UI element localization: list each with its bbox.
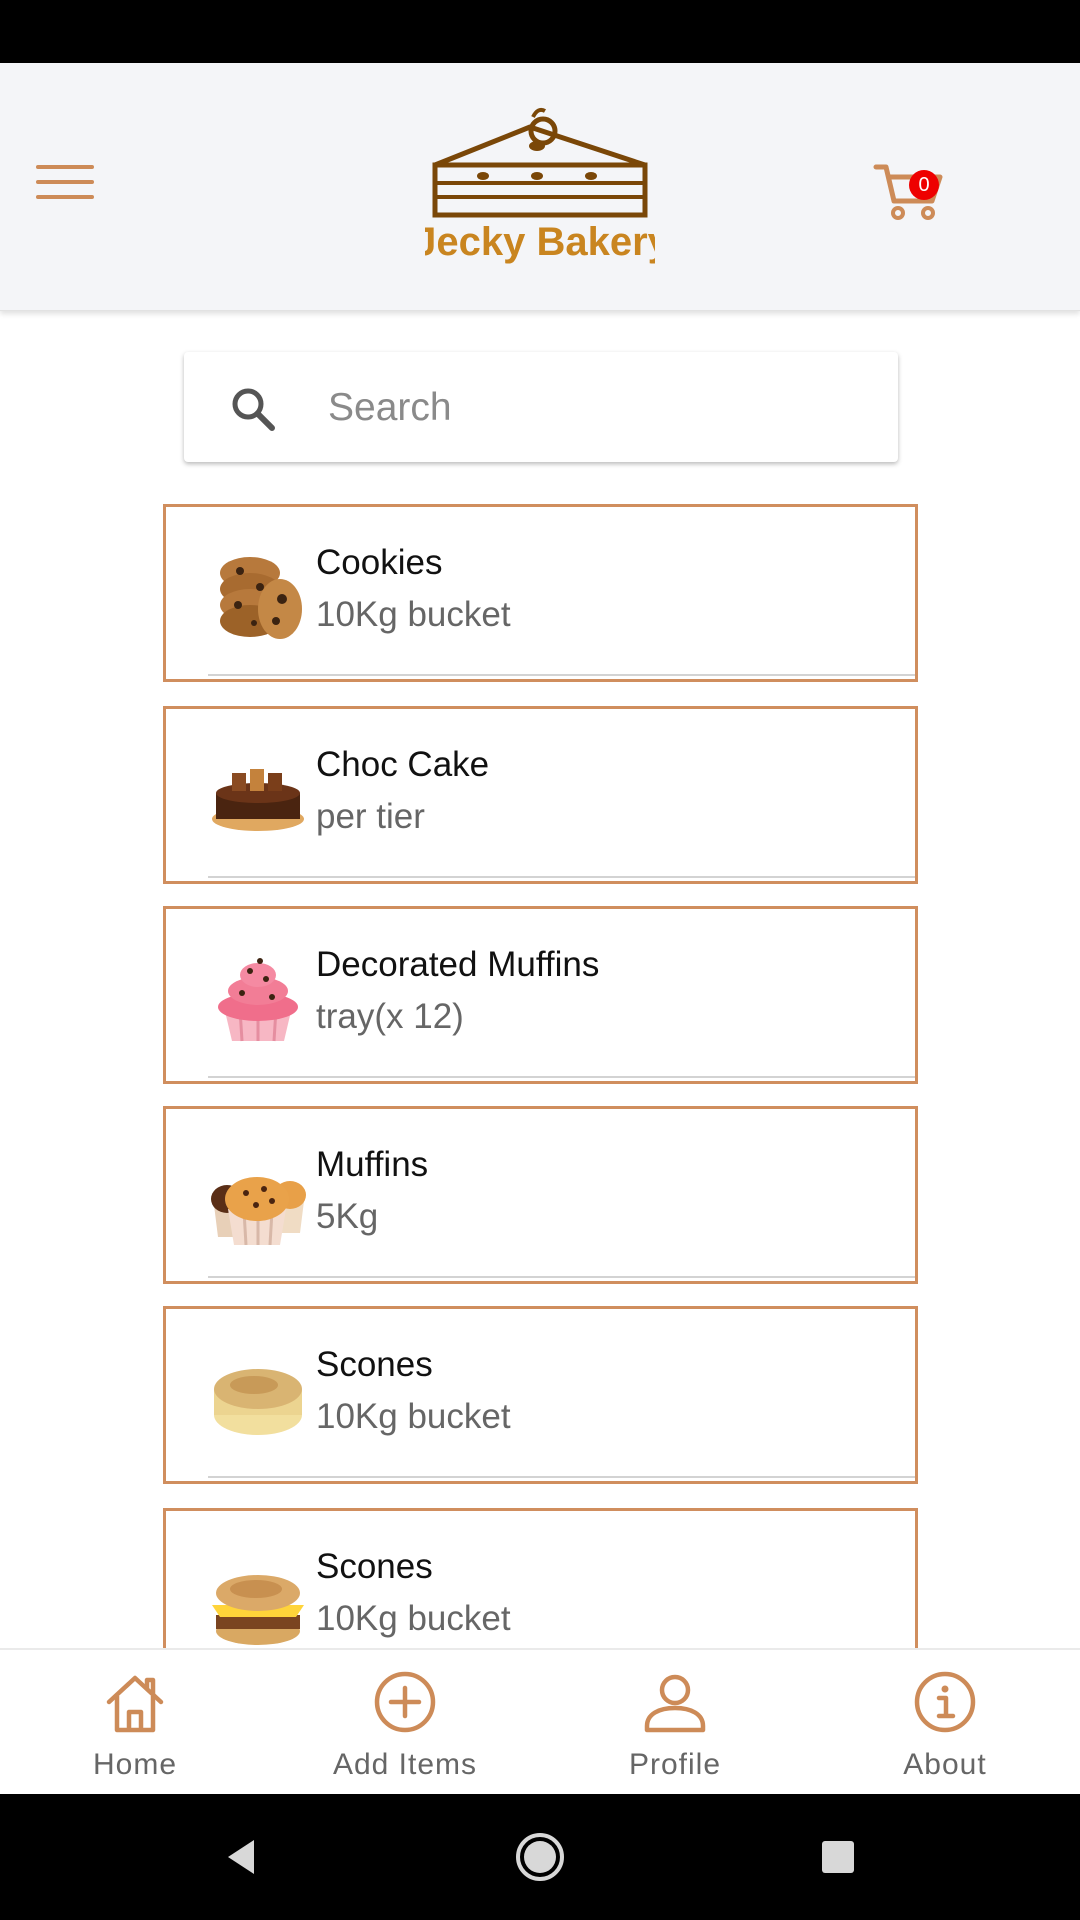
nav-about-label: About (903, 1748, 987, 1781)
product-name: Choc Cake (316, 745, 490, 784)
product-list: Cookies 10Kg bucket Choc Cake per tier D… (163, 504, 918, 1648)
product-unit: tray(x 12) (316, 997, 464, 1036)
scone-sandwich-image (212, 1575, 304, 1645)
nav-add-items-label: Add Items (332, 1748, 478, 1781)
nav-profile-label: Profile (628, 1748, 722, 1781)
search-input[interactable] (326, 374, 870, 442)
back-icon[interactable] (208, 1824, 274, 1890)
muffins-image (211, 1177, 306, 1245)
product-name: Scones (316, 1547, 433, 1586)
product-unit: 5Kg (316, 1197, 379, 1236)
product-unit: 10Kg bucket (316, 1397, 511, 1436)
person-icon (644, 1674, 706, 1733)
product-name: Decorated Muffins (316, 945, 600, 984)
app-header: Jecky Bakery 0 (0, 63, 1080, 311)
nav-about[interactable]: About (810, 1650, 1080, 1796)
product-card[interactable]: Muffins 5Kg (163, 1106, 918, 1284)
divider (208, 674, 915, 676)
info-icon (914, 1671, 976, 1733)
cart-count-badge: 0 (909, 170, 939, 200)
brand-logo: Jecky Bakery (414, 105, 671, 265)
product-card[interactable]: Cookies 10Kg bucket (163, 504, 918, 682)
home-circle-icon[interactable] (507, 1824, 573, 1890)
product-name: Cookies (316, 543, 443, 582)
product-card[interactable]: Scones 10Kg bucket (163, 1306, 918, 1484)
product-name: Scones (316, 1345, 433, 1384)
product-card[interactable]: Choc Cake per tier (163, 706, 918, 884)
product-card[interactable]: Decorated Muffins tray(x 12) (163, 906, 918, 1084)
menu-button[interactable] (36, 161, 94, 203)
menu-icon-bar (36, 180, 94, 184)
cake-slice-icon: Jecky Bakery (414, 107, 671, 264)
nav-home-label: Home (92, 1748, 178, 1781)
product-unit: 10Kg bucket (316, 595, 511, 634)
decorated-muffin-image (218, 958, 298, 1042)
search-bar (184, 352, 898, 462)
menu-icon-bar (36, 165, 94, 169)
bottom-navigation: Home Add Items Profile About (0, 1648, 1080, 1796)
product-card[interactable]: Scones 10Kg bucket (163, 1508, 918, 1648)
choc-cake-image (212, 769, 304, 831)
system-navigation-bar (0, 1794, 1080, 1920)
divider (208, 1476, 915, 1478)
divider (208, 1276, 915, 1278)
divider (208, 876, 915, 878)
scone-image (214, 1369, 302, 1435)
divider (208, 1076, 915, 1078)
cookies-image (220, 557, 302, 639)
nav-add-items[interactable]: Add Items (270, 1650, 540, 1796)
product-unit: 10Kg bucket (316, 1599, 511, 1638)
product-unit: per tier (316, 797, 425, 836)
menu-icon-bar (36, 195, 94, 199)
product-name: Muffins (316, 1145, 429, 1184)
nav-profile[interactable]: Profile (540, 1650, 810, 1796)
home-icon (106, 1675, 164, 1733)
status-bar (0, 0, 1080, 63)
search-icon (232, 388, 275, 431)
brand-name: Jecky Bakery (425, 220, 655, 264)
recents-icon[interactable] (805, 1824, 871, 1890)
nav-home[interactable]: Home (0, 1650, 270, 1796)
add-circle-icon (374, 1671, 436, 1733)
